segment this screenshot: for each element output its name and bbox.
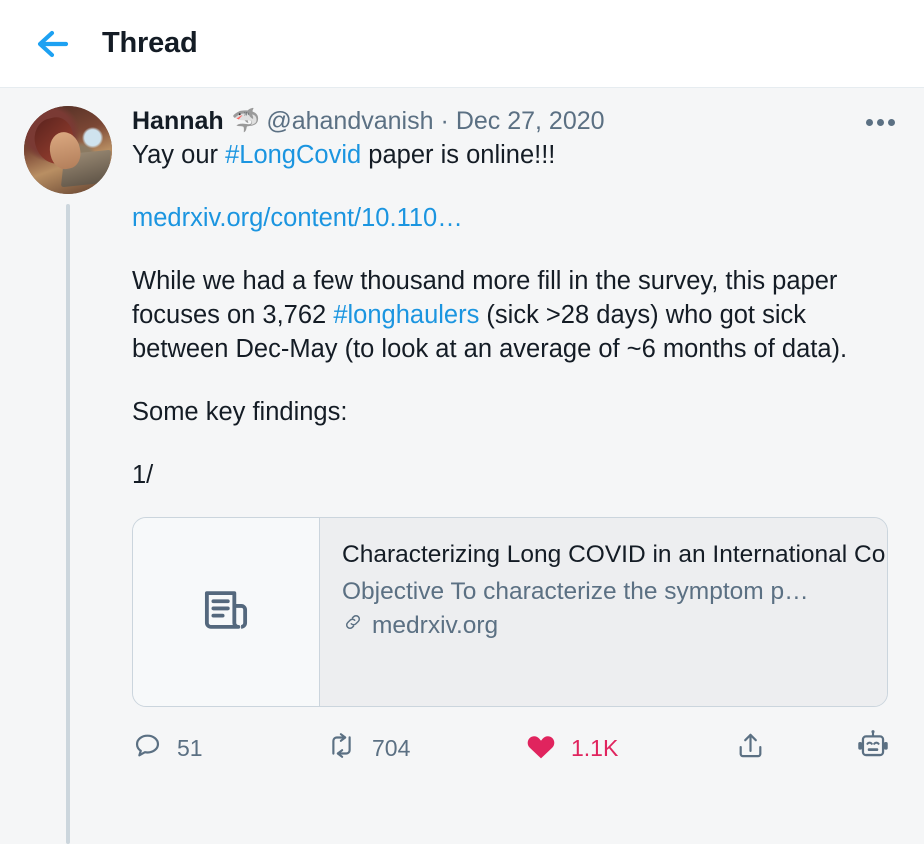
tweet-url-link[interactable]: medrxiv.org/content/10.110… xyxy=(132,204,463,232)
avatar[interactable] xyxy=(24,106,112,194)
reply-button[interactable]: 51 xyxy=(132,730,325,767)
hashtag-longcovid[interactable]: #LongCovid xyxy=(225,141,361,169)
text-spacer xyxy=(132,235,900,264)
thread-header: Thread xyxy=(0,0,924,88)
like-count: 1.1K xyxy=(571,735,619,761)
tweet-text: Yay our #LongCovid paper is online!!! me… xyxy=(132,138,900,492)
meta-separator: · xyxy=(440,107,449,135)
retweet-button[interactable]: 704 xyxy=(325,730,525,767)
card-body: Characterizing Long COVID in an Internat… xyxy=(320,518,887,706)
tweet-text-segment: paper is online!!! xyxy=(361,141,556,169)
tweet-text-segment: Yay our xyxy=(132,141,226,169)
hashtag-longhaulers[interactable]: #longhaulers xyxy=(333,301,479,329)
avatar-column xyxy=(24,106,112,844)
share-button[interactable] xyxy=(735,730,845,767)
author-handle[interactable]: @ahandvanish xyxy=(266,106,433,136)
tweet-action-bar: 51 704 1.1K xyxy=(132,729,890,768)
reply-count: 51 xyxy=(177,735,203,761)
thread-index-label: 1/ xyxy=(132,461,154,489)
share-icon xyxy=(735,730,766,767)
retweet-count: 704 xyxy=(372,735,411,761)
bot-extension-button[interactable] xyxy=(856,729,890,768)
more-options-icon xyxy=(876,118,884,126)
page-title: Thread xyxy=(102,27,198,59)
text-spacer xyxy=(132,172,900,201)
link-chain-icon xyxy=(342,610,364,642)
more-options-button[interactable] xyxy=(860,108,900,136)
tweet-date[interactable]: Dec 27, 2020 xyxy=(456,106,605,136)
author-display-name[interactable]: Hannah xyxy=(132,106,224,136)
card-domain: medrxiv.org xyxy=(372,612,499,639)
text-spacer xyxy=(132,429,900,458)
heart-icon xyxy=(525,731,557,767)
article-icon xyxy=(199,583,253,642)
card-thumbnail xyxy=(133,518,320,706)
card-domain-row: medrxiv.org xyxy=(342,610,865,642)
tweet-author-line: Hannah 🦈 @ahandvanish · Dec 27, 2020 xyxy=(132,106,900,136)
like-button[interactable]: 1.1K xyxy=(525,731,735,767)
card-description: Objective To characterize the symptom p… xyxy=(342,578,809,605)
card-title: Characterizing Long COVID in an Internat… xyxy=(342,541,887,568)
back-button[interactable] xyxy=(26,16,82,72)
tweet-detail: Hannah 🦈 @ahandvanish · Dec 27, 2020 Yay… xyxy=(0,88,924,844)
shark-emoji: 🦈 xyxy=(231,107,261,134)
tweet-url-line: medrxiv.org/content/10.110… xyxy=(132,201,900,235)
robot-icon xyxy=(856,730,890,767)
thread-connector-line xyxy=(66,204,70,844)
retweet-icon xyxy=(325,730,358,767)
tweet-content: Hannah 🦈 @ahandvanish · Dec 27, 2020 Yay… xyxy=(112,106,900,768)
link-preview-card[interactable]: Characterizing Long COVID in an Internat… xyxy=(132,517,888,707)
more-options-icon xyxy=(887,118,895,126)
more-options-icon xyxy=(865,118,873,126)
tweet-paragraph: While we had a few thousand more fill in… xyxy=(132,264,900,366)
text-spacer xyxy=(132,366,900,395)
reply-icon xyxy=(132,730,163,767)
tweet-line-1: Yay our #LongCovid paper is online!!! xyxy=(132,138,900,172)
back-arrow-icon xyxy=(35,28,73,60)
key-findings-label: Some key findings: xyxy=(132,398,348,426)
